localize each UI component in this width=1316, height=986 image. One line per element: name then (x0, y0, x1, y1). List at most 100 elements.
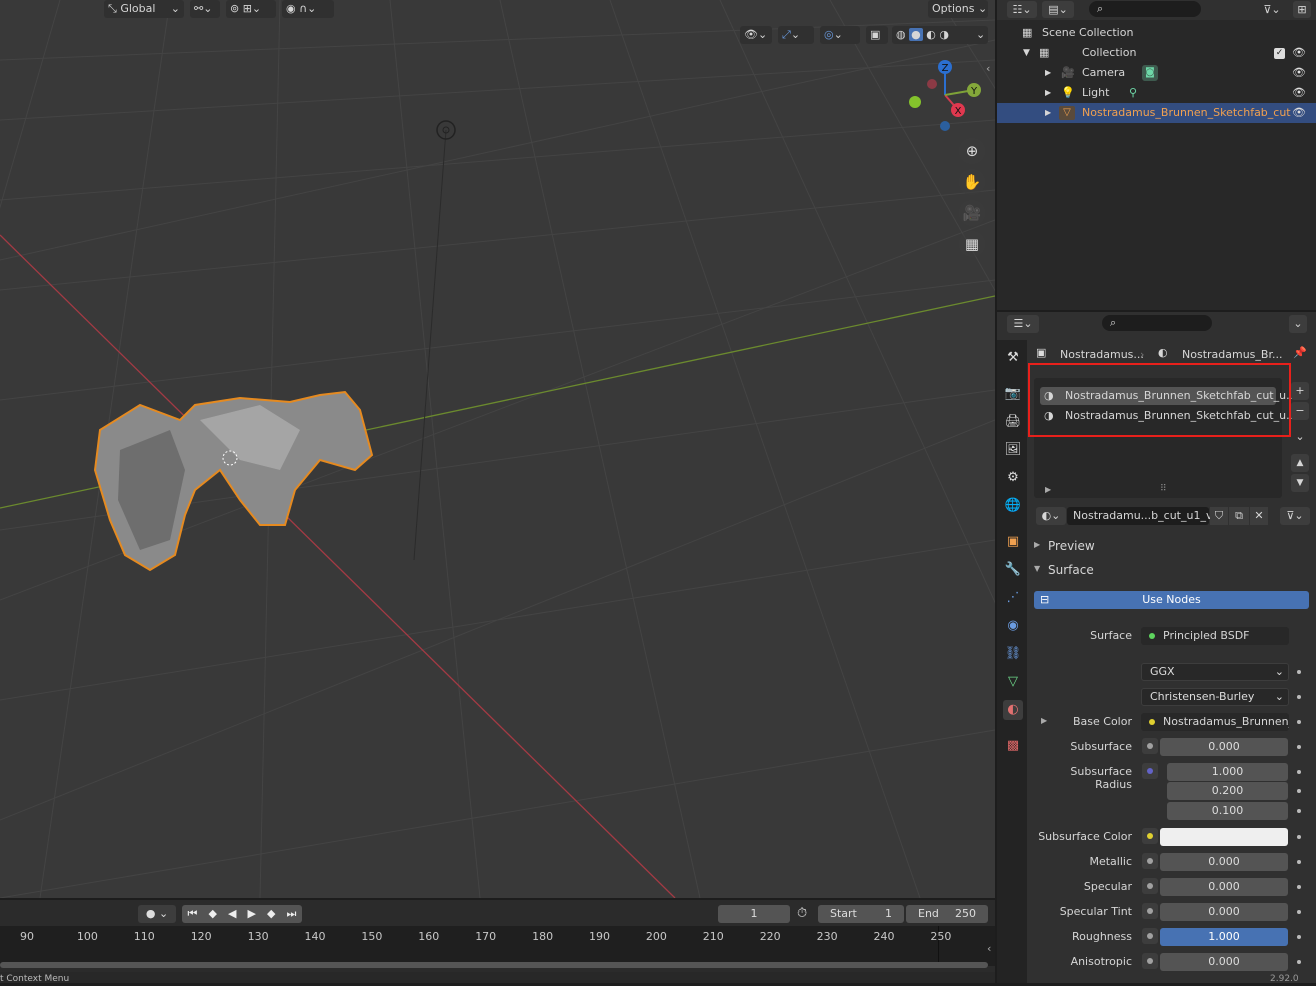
visibility-dropdown[interactable]: 👁⌄ (740, 26, 772, 44)
socket-icon[interactable] (1142, 828, 1158, 844)
zoom-icon[interactable]: ⊕ (959, 138, 985, 164)
filter-icon[interactable]: ⊽⌄ (1257, 1, 1287, 18)
slot-specials-icon[interactable]: ⌄ (1291, 428, 1309, 446)
keyframe-dot[interactable] (1297, 809, 1301, 813)
overlay-toggle[interactable]: ◎⌄ (820, 26, 860, 44)
view-layer-tab-icon[interactable]: 🖼 (1003, 440, 1023, 460)
keyframe-record-button[interactable]: ● ⌄ (138, 905, 176, 923)
keyframe-dot[interactable] (1297, 860, 1301, 864)
transform-orientation-dropdown[interactable]: ⤡ Global ⌄ (104, 0, 184, 18)
gizmo-toggle[interactable]: ⤢⌄ (778, 26, 814, 44)
exclude-checkbox[interactable]: ✓ (1274, 48, 1285, 59)
move-up-icon[interactable]: ▲ (1291, 454, 1309, 472)
editor-type-dropdown[interactable]: ☰⌄ (1007, 315, 1039, 333)
eye-icon[interactable]: 👁 (1292, 103, 1306, 123)
current-frame-field[interactable]: 1 (718, 905, 790, 923)
perspective-grid-icon[interactable]: ▦ (959, 231, 985, 257)
material-shading-icon[interactable]: ◐ (926, 28, 936, 41)
proportional-edit-toggle[interactable]: ◉ ∩⌄ (282, 0, 334, 18)
browse-material-icon[interactable]: ◐⌄ (1036, 507, 1066, 525)
subsurface-radius-y-field[interactable]: 0.200 (1167, 782, 1288, 800)
surface-panel-header[interactable]: Surface (1048, 563, 1094, 577)
keyframe-dot[interactable] (1297, 960, 1301, 964)
socket-icon[interactable] (1142, 738, 1158, 754)
editor-type-dropdown[interactable]: ☷⌄ (1007, 1, 1037, 18)
texture-tab-icon[interactable]: ▩ (1003, 736, 1023, 756)
mesh-data-tab-icon[interactable]: ▽ (1003, 672, 1023, 692)
end-frame-field[interactable]: End 250 (906, 905, 988, 923)
add-slot-icon[interactable]: + (1291, 382, 1309, 400)
outliner-item-camera[interactable]: ▶ 🎥 Camera ◙ 👁 (997, 63, 1316, 83)
scene-collection-row[interactable]: ▦ Scene Collection (997, 23, 1316, 43)
camera-view-icon[interactable]: 🎥 (959, 200, 985, 226)
keyframe-dot[interactable] (1297, 910, 1301, 914)
collapse-arrow-icon[interactable]: ‹ (987, 942, 991, 955)
socket-icon[interactable] (1142, 928, 1158, 944)
specular-tint-field[interactable]: 0.000 (1160, 903, 1288, 921)
metallic-field[interactable]: 0.000 (1160, 853, 1288, 871)
keyframe-dot[interactable] (1297, 695, 1301, 699)
socket-icon[interactable] (1142, 953, 1158, 969)
outliner-item-mesh-selected[interactable]: ▶ ▽ Nostradamus_Brunnen_Sketchfab_cut 👁 (997, 103, 1316, 123)
camera-data-icon[interactable]: ◙ (1142, 65, 1158, 81)
keyframe-dot[interactable] (1297, 789, 1301, 793)
keyframe-dot[interactable] (1297, 745, 1301, 749)
resize-handle-icon[interactable]: ⠿ (1160, 484, 1167, 494)
shading-modes[interactable]: ◍ ● ◐ ◑ (892, 26, 976, 44)
anisotropic-field[interactable]: 0.000 (1160, 953, 1288, 971)
socket-icon[interactable] (1142, 878, 1158, 894)
keyframe-dot[interactable] (1297, 770, 1301, 774)
next-keyframe-icon[interactable]: ◆ (267, 905, 275, 923)
pan-hand-icon[interactable]: ✋ (959, 169, 985, 195)
constraints-tab-icon[interactable]: ⛓ (1003, 644, 1023, 664)
keyframe-dot[interactable] (1297, 935, 1301, 939)
modifier-wrench-icon[interactable]: 🔧 (1003, 560, 1023, 580)
base-color-texture-field[interactable]: Nostradamus_Brunnen_... (1141, 713, 1289, 731)
options-dropdown-icon[interactable]: ⌄ (1289, 315, 1307, 333)
3d-viewport[interactable]: Z X Y ⤡ Global ⌄ ⚯⌄ ⊚ ⊞⌄ ◉ ∩⌄ Options ⌄ … (0, 0, 995, 898)
xray-toggle[interactable]: ▣ (866, 26, 888, 44)
physics-tab-icon[interactable]: ◉ (1003, 616, 1023, 636)
properties-search-input[interactable]: ⌕ (1102, 315, 1212, 331)
subsurface-radius-x-field[interactable]: 1.000 (1167, 763, 1288, 781)
unlink-material-icon[interactable]: ✕ (1250, 507, 1268, 525)
socket-icon[interactable] (1142, 763, 1158, 779)
subsurface-radius-z-field[interactable]: 0.100 (1167, 802, 1288, 820)
material-name-field[interactable]: Nostradamu...b_cut_u1_v1 (1067, 507, 1219, 525)
shading-dropdown[interactable]: ⌄ (972, 26, 988, 44)
expand-arrow-icon[interactable]: ▼ (1023, 43, 1030, 63)
wireframe-shading-icon[interactable]: ◍ (896, 28, 906, 41)
collection-row[interactable]: ▼ ▦ Collection ✓ 👁 (997, 43, 1316, 63)
light-data-icon[interactable]: ⚲ (1129, 83, 1137, 103)
fake-user-shield-icon[interactable]: ⛉ (1210, 507, 1228, 525)
display-mode-dropdown[interactable]: ▤⌄ (1042, 1, 1074, 18)
remove-slot-icon[interactable]: − (1291, 402, 1309, 420)
eye-icon[interactable]: 👁 (1292, 63, 1306, 83)
jump-start-icon[interactable]: ⏮ (188, 905, 198, 923)
pivot-point-dropdown[interactable]: ⚯⌄ (190, 0, 220, 18)
solid-shading-icon[interactable]: ● (909, 28, 923, 41)
roughness-field[interactable]: 1.000 (1160, 928, 1288, 946)
jump-end-icon[interactable]: ⏭ (287, 905, 297, 923)
move-down-icon[interactable]: ▼ (1291, 474, 1309, 492)
prev-keyframe-icon[interactable]: ◆ (208, 905, 216, 923)
subsurface-color-swatch[interactable] (1160, 828, 1288, 846)
play-icon[interactable]: ▶ (248, 905, 256, 923)
sidebar-toggle-arrow-icon[interactable]: ‹ (986, 62, 990, 75)
subsurface-method-dropdown[interactable]: Christensen-Burley ⌄ (1141, 688, 1289, 706)
tool-tab-icon[interactable]: ⚒ (1003, 348, 1023, 368)
socket-icon[interactable] (1142, 853, 1158, 869)
material-tab-icon[interactable]: ◐ (1003, 700, 1023, 720)
scene-tab-icon[interactable]: ⚙ (1003, 468, 1023, 488)
expand-arrow-icon[interactable]: ▼ (1034, 564, 1040, 573)
timeline-scrollbar[interactable] (0, 962, 988, 968)
socket-icon[interactable] (1142, 903, 1158, 919)
render-tab-icon[interactable]: 📷 (1003, 384, 1023, 404)
play-reverse-icon[interactable]: ◀ (228, 905, 236, 923)
expand-arrow-icon[interactable]: ▶ (1045, 485, 1051, 494)
duplicate-material-icon[interactable]: ⧉ (1229, 507, 1249, 525)
keyframe-dot[interactable] (1297, 670, 1301, 674)
keyframe-dot[interactable] (1297, 835, 1301, 839)
expand-arrow-icon[interactable]: ▶ (1045, 103, 1051, 123)
distribution-dropdown[interactable]: GGX ⌄ (1141, 663, 1289, 681)
